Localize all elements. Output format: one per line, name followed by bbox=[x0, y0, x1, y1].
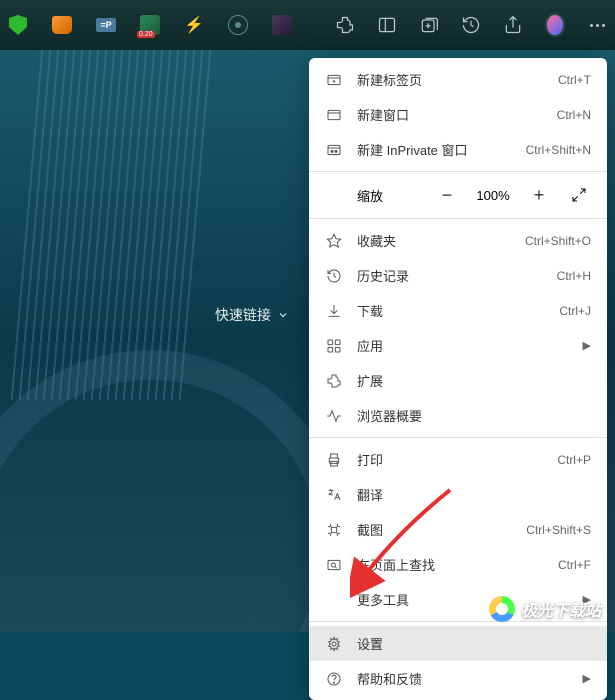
menu-label: 截图 bbox=[357, 520, 526, 539]
fullscreen-button[interactable] bbox=[567, 183, 591, 207]
watermark-text: 极光下载站 bbox=[521, 597, 601, 621]
menu-label: 应用 bbox=[357, 336, 583, 355]
shield-icon[interactable] bbox=[8, 15, 28, 35]
menu-divider bbox=[309, 218, 607, 219]
menu-shortcut: Ctrl+F bbox=[558, 558, 591, 572]
screenshot-icon bbox=[325, 521, 343, 539]
star-icon bbox=[325, 232, 343, 250]
chevron-down-icon bbox=[277, 309, 289, 321]
fullscreen-icon bbox=[571, 187, 587, 203]
extensions-icon[interactable] bbox=[335, 15, 355, 35]
zoom-value: 100% bbox=[475, 188, 511, 203]
more-menu-icon[interactable] bbox=[587, 15, 607, 35]
menu-label: 设置 bbox=[357, 634, 591, 653]
zoom-in-button[interactable]: + bbox=[527, 183, 551, 207]
menu-new-inprivate[interactable]: 新建 InPrivate 窗口 Ctrl+Shift+N bbox=[309, 132, 607, 167]
toolbar-right-group bbox=[335, 15, 607, 35]
menu-extensions[interactable]: 扩展 bbox=[309, 363, 607, 398]
puzzle-icon bbox=[325, 372, 343, 390]
collections-icon[interactable] bbox=[419, 15, 439, 35]
menu-label: 翻译 bbox=[357, 485, 591, 504]
watermark-logo-icon bbox=[489, 596, 515, 622]
watermark: 极光下载站 bbox=[489, 596, 601, 622]
download-icon bbox=[325, 302, 343, 320]
menu-history[interactable]: 历史记录 Ctrl+H bbox=[309, 258, 607, 293]
quick-link-text: 快速链接 bbox=[215, 305, 271, 325]
history-icon bbox=[325, 267, 343, 285]
sidebar-icon[interactable] bbox=[377, 15, 397, 35]
menu-shortcut: Ctrl+P bbox=[557, 453, 591, 467]
menu-label: 历史记录 bbox=[357, 266, 557, 285]
help-icon bbox=[325, 670, 343, 688]
toolbar-left-group: =P 0.20 ⚡ bbox=[8, 15, 292, 35]
inprivate-icon bbox=[325, 141, 343, 159]
target-icon[interactable] bbox=[228, 15, 248, 35]
chevron-right-icon: ▶ bbox=[583, 672, 591, 685]
history-icon[interactable] bbox=[461, 15, 481, 35]
translate-icon bbox=[325, 486, 343, 504]
menu-label: 帮助和反馈 bbox=[357, 669, 583, 688]
menu-label: 打印 bbox=[357, 450, 557, 469]
menu-find[interactable]: 在页面上查找 Ctrl+F bbox=[309, 547, 607, 582]
play-badge: 0.20 bbox=[137, 31, 155, 38]
profile-avatar-icon[interactable] bbox=[545, 15, 565, 35]
apps-icon bbox=[325, 337, 343, 355]
menu-apps[interactable]: 应用 ▶ bbox=[309, 328, 607, 363]
zoom-out-button[interactable]: − bbox=[435, 183, 459, 207]
menu-browser-overview[interactable]: 浏览器概要 bbox=[309, 398, 607, 433]
menu-print[interactable]: 打印 Ctrl+P bbox=[309, 442, 607, 477]
menu-label: 在页面上查找 bbox=[357, 555, 558, 574]
print-icon bbox=[325, 451, 343, 469]
menu-label: 下载 bbox=[357, 301, 559, 320]
avatar-extension-icon[interactable] bbox=[272, 15, 292, 35]
menu-label: 新建窗口 bbox=[357, 105, 557, 124]
menu-label: 新建标签页 bbox=[357, 70, 558, 89]
chevron-right-icon: ▶ bbox=[583, 339, 591, 352]
gear-icon bbox=[325, 635, 343, 653]
menu-shortcut: Ctrl+T bbox=[558, 73, 591, 87]
pulse-icon bbox=[325, 407, 343, 425]
menu-shortcut: Ctrl+H bbox=[557, 269, 591, 283]
zoom-label: 缩放 bbox=[357, 186, 435, 205]
menu-zoom-row: 缩放 − 100% + bbox=[309, 176, 607, 214]
menu-settings[interactable]: 设置 bbox=[309, 626, 607, 661]
new-tab-icon bbox=[325, 71, 343, 89]
menu-shortcut: Ctrl+Shift+O bbox=[525, 234, 591, 248]
menu-label: 扩展 bbox=[357, 371, 591, 390]
ep-extension-icon[interactable]: =P bbox=[96, 15, 116, 35]
menu-favorites[interactable]: 收藏夹 Ctrl+Shift+O bbox=[309, 223, 607, 258]
menu-downloads[interactable]: 下载 Ctrl+J bbox=[309, 293, 607, 328]
menu-new-window[interactable]: 新建窗口 Ctrl+N bbox=[309, 97, 607, 132]
play-extension-icon[interactable]: 0.20 bbox=[140, 15, 160, 35]
lightning-icon[interactable]: ⚡ bbox=[184, 15, 204, 35]
menu-translate[interactable]: 翻译 bbox=[309, 477, 607, 512]
new-window-icon bbox=[325, 106, 343, 124]
fox-icon[interactable] bbox=[52, 15, 72, 35]
menu-shortcut: Ctrl+N bbox=[557, 108, 591, 122]
menu-label: 浏览器概要 bbox=[357, 406, 591, 425]
quick-link-label[interactable]: 快速链接 bbox=[215, 305, 289, 325]
find-icon bbox=[325, 556, 343, 574]
menu-help[interactable]: 帮助和反馈 ▶ bbox=[309, 661, 607, 696]
menu-label: 新建 InPrivate 窗口 bbox=[357, 140, 526, 159]
menu-new-tab[interactable]: 新建标签页 Ctrl+T bbox=[309, 62, 607, 97]
menu-divider bbox=[309, 437, 607, 438]
background-decoration bbox=[5, 50, 216, 400]
browser-toolbar: =P 0.20 ⚡ bbox=[0, 0, 615, 50]
menu-divider bbox=[309, 171, 607, 172]
menu-shortcut: Ctrl+J bbox=[559, 304, 591, 318]
background-decoration bbox=[0, 350, 350, 632]
menu-shortcut: Ctrl+Shift+N bbox=[526, 143, 591, 157]
menu-label: 收藏夹 bbox=[357, 231, 525, 250]
menu-shortcut: Ctrl+Shift+S bbox=[526, 523, 591, 537]
share-icon[interactable] bbox=[503, 15, 523, 35]
menu-screenshot[interactable]: 截图 Ctrl+Shift+S bbox=[309, 512, 607, 547]
